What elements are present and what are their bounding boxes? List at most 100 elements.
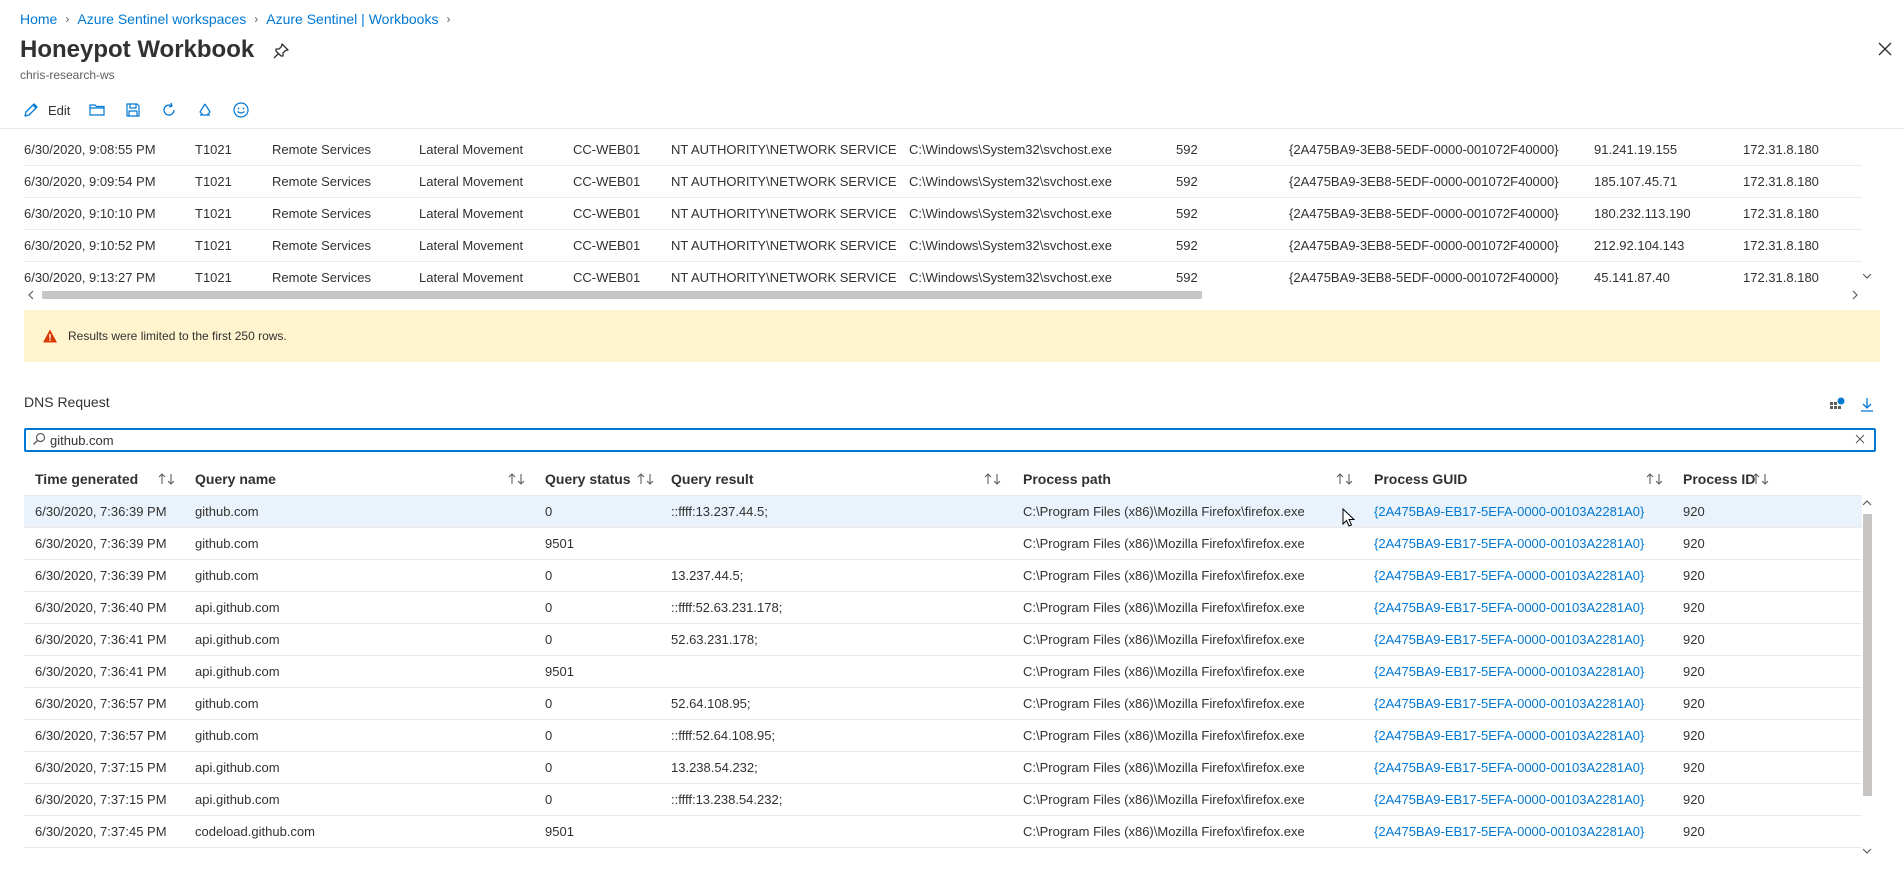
close-icon[interactable] (1876, 40, 1894, 58)
upper-vertical-scrollbar[interactable] (1860, 134, 1874, 286)
local-ip-cell: 172.31.8.180 (1743, 174, 1819, 189)
table-row[interactable]: 6/30/2020, 7:37:15 PM api.github.com 0::ff… (24, 784, 1862, 816)
column-header-process-guid[interactable]: Process GUID (1374, 471, 1467, 487)
process-guid-link[interactable]: {2A475BA9-EB17-5EFA-0000-00103A2281A0} (1374, 600, 1644, 615)
table-row[interactable]: 6/30/2020, 7:36:41 PM api.github.com 0 52.6… (24, 624, 1862, 656)
process-path-cell: C:\Program Files (x86)\Mozilla Firefox\f… (1023, 696, 1305, 711)
process-id-cell: 592 (1176, 206, 1198, 221)
table-row[interactable]: 6/30/2020, 7:36:57 PM github.com 0::ffff:5… (24, 720, 1862, 752)
table-row[interactable]: 6/30/2020, 9:09:54 PM T1021 Remote Service… (24, 166, 1862, 198)
query-name-cell: github.com (195, 568, 259, 583)
dns-vertical-scrollbar[interactable] (1860, 496, 1874, 858)
time-generated-cell: 6/30/2020, 7:36:40 PM (35, 600, 167, 615)
process-guid-link[interactable]: {2A475BA9-EB17-5EFA-0000-00103A2281A0} (1374, 504, 1644, 519)
save-button[interactable] (124, 98, 142, 122)
table-row[interactable]: 6/30/2020, 7:36:39 PM github.com 9501 C:\Pr… (24, 528, 1862, 560)
column-header-query-result[interactable]: Query result (671, 471, 753, 487)
query-name-cell: api.github.com (195, 664, 280, 679)
process-id-cell: 592 (1176, 238, 1198, 253)
query-status-cell: 0 (545, 728, 553, 743)
sort-icon[interactable] (158, 472, 176, 486)
tactic-cell: Lateral Movement (419, 206, 524, 221)
process-id-cell: 920 (1683, 504, 1705, 519)
download-icon[interactable] (1858, 396, 1876, 414)
auto-refresh-button[interactable] (196, 98, 214, 122)
sort-icon[interactable] (1336, 472, 1354, 486)
column-header-time-generated[interactable]: Time generated (35, 471, 138, 487)
table-row[interactable]: 6/30/2020, 9:13:27 PM T1021 Remote Service… (24, 262, 1862, 286)
table-row[interactable]: 6/30/2020, 9:10:52 PM T1021 Remote Service… (24, 230, 1862, 262)
process-id-cell: 592 (1176, 142, 1198, 157)
open-button[interactable] (88, 98, 106, 122)
process-guid-link[interactable]: {2A475BA9-EB17-5EFA-0000-00103A2281A0} (1374, 824, 1644, 839)
table-row[interactable]: 6/30/2020, 7:36:39 PM github.com 0::ffff:1… (24, 496, 1862, 528)
host-cell: CC-WEB01 (573, 142, 641, 157)
query-name-cell: api.github.com (195, 792, 280, 807)
table-row[interactable]: 6/30/2020, 9:10:10 PM T1021 Remote Service… (24, 198, 1862, 230)
local-ip-cell: 172.31.8.180 (1743, 238, 1819, 253)
column-header-process-id[interactable]: Process ID (1683, 471, 1755, 487)
sort-icon[interactable] (1752, 472, 1770, 486)
tactic-cell: Lateral Movement (419, 174, 524, 189)
sort-icon[interactable] (984, 472, 1002, 486)
column-settings-icon[interactable] (1828, 396, 1846, 414)
scrollbar-thumb[interactable] (42, 291, 1202, 299)
warning-text: Results were limited to the first 250 ro… (68, 329, 287, 343)
time-generated-cell: 6/30/2020, 7:37:15 PM (35, 792, 167, 807)
table-row[interactable]: 6/30/2020, 7:36:39 PM github.com 0 13.237.4… (24, 560, 1862, 592)
local-ip-cell: 172.31.8.180 (1743, 206, 1819, 221)
process-guid-cell: {2A475BA9-3EB8-5EDF-0000-001072F40000} (1289, 238, 1559, 253)
time-generated-cell: 6/30/2020, 7:36:39 PM (35, 504, 167, 519)
process-guid-cell: {2A475BA9-3EB8-5EDF-0000-001072F40000} (1289, 206, 1559, 221)
table-row[interactable]: 6/30/2020, 7:37:45 PM codeload.github.com… (24, 816, 1862, 848)
table-row[interactable]: 6/30/2020, 7:36:40 PM api.github.com 0::ff… (24, 592, 1862, 624)
dns-search-box[interactable] (24, 428, 1876, 452)
process-path-cell: C:\Program Files (x86)\Mozilla Firefox\f… (1023, 536, 1305, 551)
process-guid-link[interactable]: {2A475BA9-EB17-5EFA-0000-00103A2281A0} (1374, 696, 1644, 711)
table-row[interactable]: 6/30/2020, 7:36:57 PM github.com 0 52.64.10… (24, 688, 1862, 720)
host-cell: CC-WEB01 (573, 206, 641, 221)
process-guid-link[interactable]: {2A475BA9-EB17-5EFA-0000-00103A2281A0} (1374, 664, 1644, 679)
host-cell: CC-WEB01 (573, 238, 641, 253)
sort-icon[interactable] (637, 472, 655, 486)
process-guid-link[interactable]: {2A475BA9-EB17-5EFA-0000-00103A2281A0} (1374, 536, 1644, 551)
tactic-cell: Lateral Movement (419, 270, 524, 285)
query-status-cell: 9501 (545, 664, 574, 679)
pin-icon[interactable] (272, 42, 290, 60)
technique-cell: Remote Services (272, 142, 371, 157)
refresh-button[interactable] (160, 98, 178, 122)
edit-button[interactable]: Edit (22, 98, 70, 122)
upper-horizontal-scrollbar[interactable] (24, 288, 1862, 302)
breadcrumb-sentinel-workbooks[interactable]: Azure Sentinel | Workbooks (266, 11, 438, 27)
query-name-cell: codeload.github.com (195, 824, 315, 839)
process-id-cell: 592 (1176, 270, 1198, 285)
process-id-cell: 592 (1176, 174, 1198, 189)
process-path-cell: C:\Windows\System32\svchost.exe (909, 142, 1113, 157)
process-guid-link[interactable]: {2A475BA9-EB17-5EFA-0000-00103A2281A0} (1374, 632, 1644, 647)
process-guid-link[interactable]: {2A475BA9-EB17-5EFA-0000-00103A2281A0} (1374, 792, 1644, 807)
technique-id-cell: T1021 (195, 142, 232, 157)
process-path-cell: C:\Program Files (x86)\Mozilla Firefox\f… (1023, 760, 1305, 775)
table-row[interactable]: 6/30/2020, 7:37:15 PM api.github.com 0 13.2… (24, 752, 1862, 784)
table-row[interactable]: 6/30/2020, 7:36:41 PM api.github.com 9501 C… (24, 656, 1862, 688)
breadcrumb-sentinel-workspaces[interactable]: Azure Sentinel workspaces (77, 11, 246, 27)
dns-search-input[interactable] (50, 431, 1830, 449)
feedback-button[interactable] (232, 98, 250, 122)
breadcrumb-home[interactable]: Home (20, 11, 57, 27)
sort-icon[interactable] (1646, 472, 1664, 486)
query-result-cell: 13.237.44.5; (671, 568, 744, 583)
edit-label: Edit (48, 102, 71, 118)
column-header-process-path[interactable]: Process path (1023, 471, 1111, 487)
clear-icon[interactable] (1854, 433, 1866, 445)
process-guid-link[interactable]: {2A475BA9-EB17-5EFA-0000-00103A2281A0} (1374, 760, 1644, 775)
column-header-query-status[interactable]: Query status (545, 471, 631, 487)
column-header-query-name[interactable]: Query name (195, 471, 276, 487)
process-guid-link[interactable]: {2A475BA9-EB17-5EFA-0000-00103A2281A0} (1374, 568, 1644, 583)
scrollbar-thumb[interactable] (1863, 514, 1872, 796)
sort-icon[interactable] (508, 472, 526, 486)
process-path-cell: C:\Program Files (x86)\Mozilla Firefox\f… (1023, 664, 1305, 679)
account-cell: NT AUTHORITY\NETWORK SERVICE (671, 174, 897, 189)
table-row[interactable]: 6/30/2020, 9:08:55 PM T1021 Remote Service… (24, 134, 1862, 166)
process-guid-link[interactable]: {2A475BA9-EB17-5EFA-0000-00103A2281A0} (1374, 728, 1644, 743)
tactic-cell: Lateral Movement (419, 238, 524, 253)
